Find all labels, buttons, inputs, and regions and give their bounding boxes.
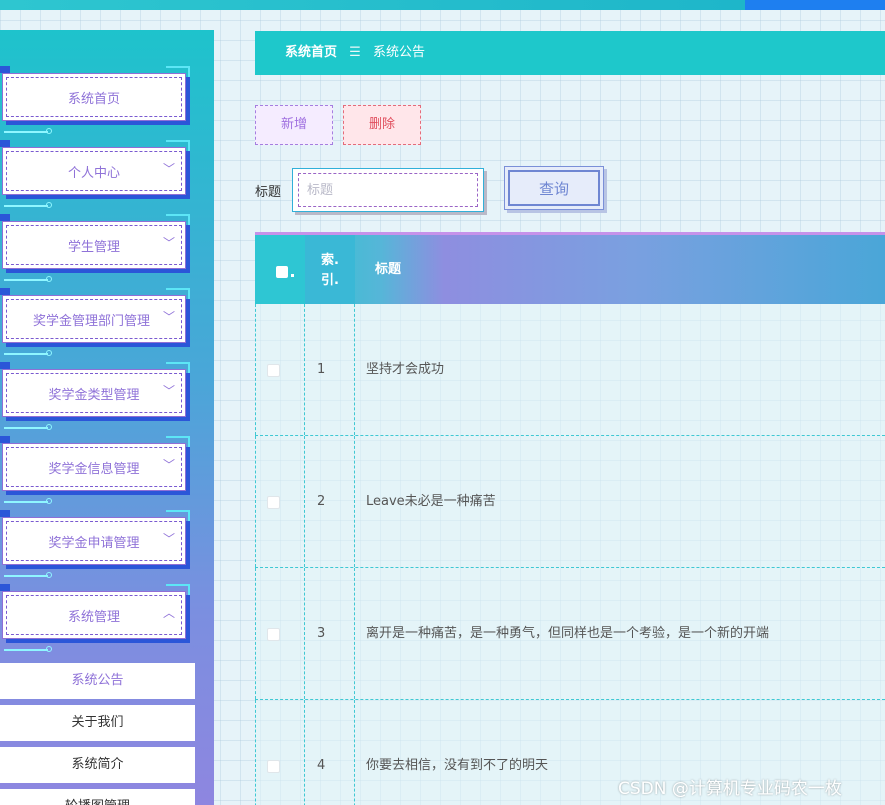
sidebar-decoration <box>4 501 48 503</box>
chevron-down-icon: ﹀ <box>162 310 175 324</box>
chevron-down-icon: ﹀ <box>162 236 175 250</box>
row-title: Leave未必是一种痛苦 <box>366 494 496 509</box>
sidebar-decoration <box>46 646 52 652</box>
breadcrumb-separator-icon: ☰ <box>349 45 361 60</box>
table-row[interactable]: 2 Leave未必是一种痛苦 <box>255 436 885 568</box>
delete-button[interactable]: 删除 <box>343 105 421 145</box>
sidebar-item-scholarship-type[interactable]: 奖学金类型管理 ﹀ <box>2 369 186 417</box>
notice-table: 索. 引. 标题 1 坚持才会成功 2 Leave未必是一种痛苦 3 离开是一种… <box>255 232 885 805</box>
sidebar-decoration <box>0 66 10 73</box>
row-title: 离开是一种痛苦，是一种勇气，但同样也是一个考验，是一个新的开端 <box>366 626 770 641</box>
top-bar-accent <box>745 0 885 10</box>
sidebar-item-label: 奖学金申请管理 <box>48 536 140 551</box>
sidebar: 系统首页 个人中心 ﹀ 学生管理 ﹀ 奖学金管理部门管理 ﹀ 奖学金类型管理 ﹀ <box>0 30 214 805</box>
sidebar-decoration <box>0 214 10 221</box>
table-row[interactable]: 1 坚持才会成功 <box>255 304 885 436</box>
sidebar-decoration <box>0 288 10 295</box>
sidebar-decoration <box>4 205 48 207</box>
sidebar-decoration <box>46 276 52 282</box>
row-checkbox-cell <box>255 436 305 567</box>
select-all-checkbox[interactable] <box>276 266 288 278</box>
sidebar-decoration <box>4 649 48 651</box>
header-dot <box>291 274 294 277</box>
sidebar-decoration <box>0 362 10 369</box>
add-button[interactable]: 新增 <box>255 105 333 145</box>
sidebar-item-scholarship-department[interactable]: 奖学金管理部门管理 ﹀ <box>2 295 186 343</box>
table-header: 索. 引. 标题 <box>255 232 885 304</box>
sidebar-item-scholarship-application[interactable]: 奖学金申请管理 ﹀ <box>2 517 186 565</box>
sidebar-decoration <box>0 584 10 591</box>
breadcrumb: 系统首页 ☰ 系统公告 <box>255 31 885 75</box>
sidebar-decoration <box>4 279 48 281</box>
sidebar-decoration <box>46 128 52 134</box>
sidebar-decoration <box>46 202 52 208</box>
chevron-down-icon: ﹀ <box>162 162 175 176</box>
row-checkbox[interactable] <box>267 496 280 509</box>
search-input[interactable] <box>293 169 483 211</box>
sidebar-subitem-about-us[interactable]: 关于我们 <box>0 705 195 741</box>
search-label: 标题 <box>255 185 282 200</box>
row-index: 3 <box>305 568 355 699</box>
sidebar-decoration <box>46 572 52 578</box>
sidebar-decoration <box>0 140 10 147</box>
sidebar-item-label: 奖学金管理部门管理 <box>33 314 151 329</box>
sidebar-decoration <box>0 510 10 517</box>
chevron-down-icon: ﹀ <box>162 384 175 398</box>
sidebar-item-label: 系统管理 <box>67 610 120 625</box>
sidebar-decoration <box>4 575 48 577</box>
sidebar-item-home[interactable]: 系统首页 <box>2 73 186 121</box>
row-checkbox-cell <box>255 700 305 805</box>
sidebar-decoration <box>46 350 52 356</box>
query-button-label: 查询 <box>508 170 600 206</box>
row-checkbox-cell <box>255 304 305 435</box>
table-row[interactable]: 3 离开是一种痛苦，是一种勇气，但同样也是一个考验，是一个新的开端 <box>255 568 885 700</box>
header-checkbox-cell <box>255 235 305 304</box>
breadcrumb-current: 系统公告 <box>372 45 425 60</box>
row-index: 4 <box>305 700 355 805</box>
sidebar-subitem-system-intro[interactable]: 系统简介 <box>0 747 195 783</box>
sidebar-item-scholarship-info[interactable]: 奖学金信息管理 ﹀ <box>2 443 186 491</box>
sidebar-decoration <box>4 131 48 133</box>
row-checkbox[interactable] <box>267 628 280 641</box>
sidebar-decoration <box>46 498 52 504</box>
row-index: 1 <box>305 304 355 435</box>
chevron-down-icon: ﹀ <box>162 532 175 546</box>
query-button[interactable]: 查询 <box>504 166 604 210</box>
sidebar-item-label: 奖学金信息管理 <box>48 462 140 477</box>
sidebar-decoration <box>46 424 52 430</box>
sidebar-item-label: 奖学金类型管理 <box>48 388 140 403</box>
sidebar-decoration <box>4 427 48 429</box>
row-checkbox-cell <box>255 568 305 699</box>
header-title: 标题 <box>375 262 402 277</box>
breadcrumb-home[interactable]: 系统首页 <box>285 45 337 60</box>
watermark: CSDN @计算机专业码农一枚 <box>618 779 842 799</box>
sidebar-decoration <box>0 436 10 443</box>
header-index-line1: 索. <box>321 253 339 268</box>
sidebar-item-label: 个人中心 <box>67 166 120 181</box>
sidebar-decoration <box>4 353 48 355</box>
sidebar-item-system-management[interactable]: 系统管理 ︿ <box>2 591 186 639</box>
row-checkbox[interactable] <box>267 364 280 377</box>
row-checkbox[interactable] <box>267 760 280 773</box>
row-title: 坚持才会成功 <box>366 362 445 377</box>
sidebar-item-label: 学生管理 <box>67 240 120 255</box>
sidebar-item-student-management[interactable]: 学生管理 ﹀ <box>2 221 186 269</box>
sidebar-item-personal-center[interactable]: 个人中心 ﹀ <box>2 147 186 195</box>
header-index-line2: 引. <box>321 273 339 288</box>
sidebar-subitem-carousel-management[interactable]: 轮播图管理 <box>0 789 195 805</box>
chevron-up-icon: ︿ <box>162 606 175 620</box>
row-index: 2 <box>305 436 355 567</box>
search-field <box>292 168 484 212</box>
header-index: 索. 引. <box>305 235 355 304</box>
chevron-down-icon: ﹀ <box>162 458 175 472</box>
sidebar-item-label: 系统首页 <box>67 92 120 107</box>
sidebar-subitem-system-notice[interactable]: 系统公告 <box>0 663 195 699</box>
